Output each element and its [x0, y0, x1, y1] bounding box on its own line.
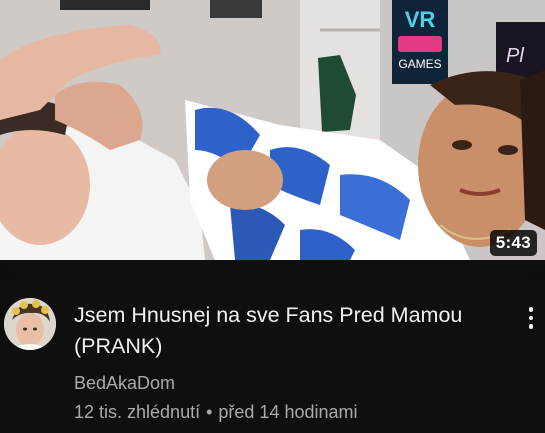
- video-meta: Jsem Hnusnej na sve Fans Pred Mamou (PRA…: [74, 300, 504, 425]
- separator-dot: •: [206, 402, 213, 422]
- video-details: Jsem Hnusnej na sve Fans Pred Mamou (PRA…: [0, 280, 545, 433]
- vertical-ellipsis-icon: [528, 307, 534, 329]
- avatar-image: [4, 298, 56, 350]
- duration-badge: 5:43: [489, 230, 537, 256]
- games-logo-text: GAMES: [398, 57, 441, 71]
- more-options-button[interactable]: [521, 302, 541, 334]
- view-count: 12 tis. zhlédnutí: [74, 402, 201, 422]
- upload-age: před 14 hodinami: [218, 402, 358, 422]
- video-title[interactable]: Jsem Hnusnej na sve Fans Pred Mamou (PRA…: [74, 300, 504, 362]
- channel-avatar[interactable]: [4, 298, 56, 350]
- vr-logo-text: VR: [405, 7, 436, 32]
- video-card: VR GAMES Pl 5:43 Jsem Hnusnej na sve Fan…: [0, 0, 545, 433]
- channel-name[interactable]: BedAkaDom: [74, 370, 504, 396]
- thumbnail-image: VR GAMES Pl: [0, 0, 545, 260]
- poster-text: Pl: [506, 45, 524, 67]
- video-stats: 12 tis. zhlédnutí • před 14 hodinami: [74, 399, 504, 425]
- video-thumbnail[interactable]: VR GAMES Pl 5:43: [0, 0, 545, 280]
- vr-games-logo: VR GAMES: [392, 0, 448, 84]
